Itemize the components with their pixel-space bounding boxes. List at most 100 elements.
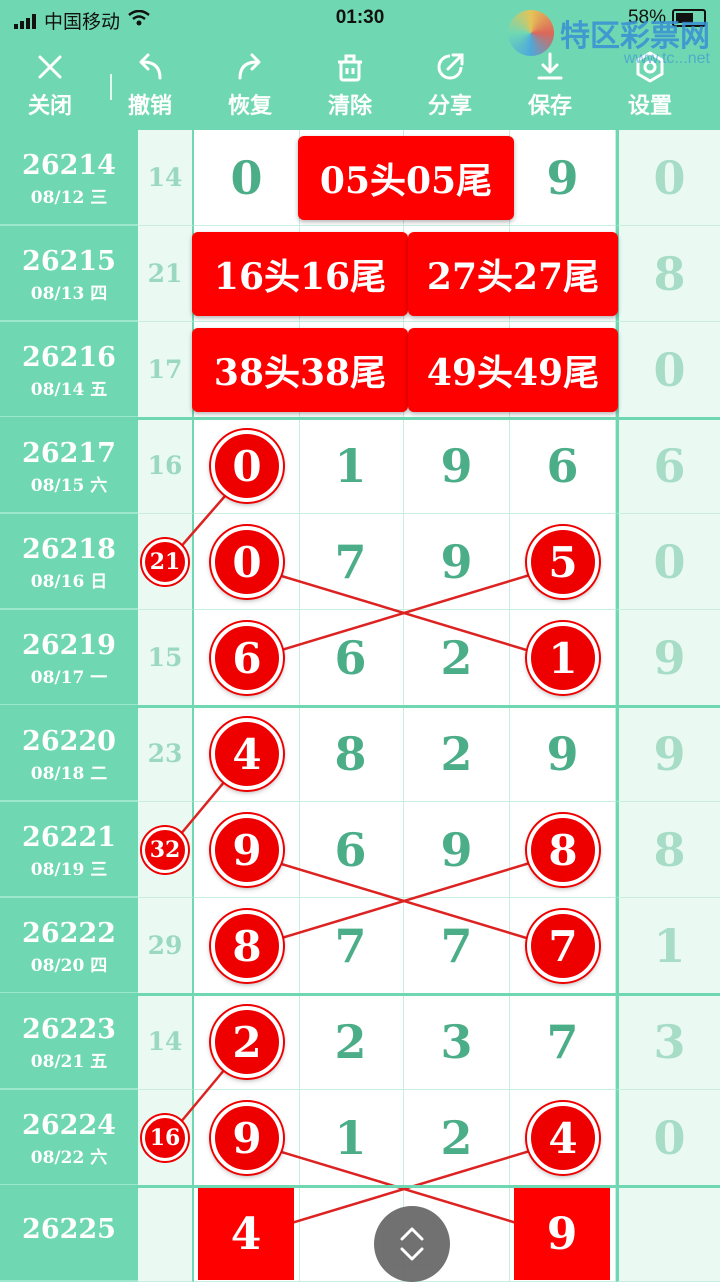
draw-ball[interactable]: 1 xyxy=(527,622,599,694)
digit-cell[interactable]: 7 xyxy=(404,898,510,994)
issue-cell: 26223 08/21 五 xyxy=(0,994,138,1090)
issue-date: 08/22 六 xyxy=(30,1148,108,1168)
issue-number: 26218 xyxy=(22,534,116,565)
table-row: 26222 08/20 四 29 7 7 1 xyxy=(0,898,720,994)
issue-cell: 26219 08/17 一 xyxy=(0,610,138,706)
table-row: 26224 08/22 六 12 0 xyxy=(0,1090,720,1186)
digit-cell[interactable]: 2 xyxy=(404,1090,510,1186)
head-tail-banner[interactable]: 05头05尾 xyxy=(298,136,514,220)
sum-cell xyxy=(138,1186,194,1282)
digit-cell[interactable]: 6 xyxy=(298,610,404,706)
site-logo: 特区彩票网 www.tc...net xyxy=(508,10,710,67)
digit-cell[interactable]: 9 xyxy=(510,706,616,802)
save-label: 保存 xyxy=(527,93,572,118)
tail-digit-cell: 0 xyxy=(616,1090,720,1186)
trash-icon xyxy=(338,54,362,82)
head-tail-banner[interactable]: 49头49尾 xyxy=(408,328,618,412)
draw-ball[interactable]: 8 xyxy=(211,910,283,982)
issue-number: 26220 xyxy=(22,726,116,757)
share-label: 分享 xyxy=(427,93,472,118)
digit-cell[interactable]: 2 xyxy=(404,706,510,802)
tail-digit-cell: 8 xyxy=(616,226,720,322)
tail-digit-cell: 9 xyxy=(616,610,720,706)
toolbar-divider xyxy=(110,74,112,100)
issue-date: 08/18 二 xyxy=(30,764,108,784)
digit-cell[interactable]: 6 xyxy=(510,418,616,514)
tail-digit-cell: 1 xyxy=(616,898,720,994)
digit-cell[interactable]: 9 xyxy=(404,418,510,514)
issue-date: 08/13 四 xyxy=(30,284,108,304)
digit-cell[interactable]: 3 xyxy=(404,994,510,1090)
share-button[interactable]: 分享 xyxy=(400,36,500,130)
share-icon xyxy=(437,53,464,80)
draw-ball[interactable]: 4 xyxy=(527,1102,599,1174)
draw-ball[interactable]: 7 xyxy=(527,910,599,982)
draw-ball[interactable]: 4 xyxy=(211,718,283,790)
draw-ball[interactable]: 9 xyxy=(211,814,283,886)
digit-cell[interactable]: 9 xyxy=(404,514,510,610)
trend-grid: 26214 08/12 三 14 0 9 0 26215 08/13 四 21 8 26216 08/… xyxy=(0,130,720,1282)
clear-label: 清除 xyxy=(327,93,372,118)
undo-button[interactable]: 撤销 xyxy=(100,36,200,130)
issue-number: 26225 xyxy=(22,1214,116,1245)
digit-cell[interactable]: 8 xyxy=(298,706,404,802)
tail-digit-cell: 0 xyxy=(616,514,720,610)
draw-ball[interactable]: 5 xyxy=(527,526,599,598)
close-label: 关闭 xyxy=(27,93,72,118)
issue-cell: 26224 08/22 六 xyxy=(0,1090,138,1186)
draw-ball[interactable]: 2 xyxy=(211,1006,283,1078)
draw-ball[interactable]: 6 xyxy=(211,622,283,694)
tail-digit-cell: 9 xyxy=(616,706,720,802)
issue-date: 08/14 五 xyxy=(30,380,108,400)
issue-number: 26216 xyxy=(22,342,116,373)
table-row: 26220 08/18 二 23 8 2 9 9 xyxy=(0,706,720,802)
digit-cell[interactable]: 6 xyxy=(298,802,404,898)
digit-cell[interactable]: 7 xyxy=(298,898,404,994)
prediction-box[interactable]: 9 xyxy=(514,1188,610,1280)
digit-cell[interactable]: 1 xyxy=(298,1090,404,1186)
issue-cell: 26215 08/13 四 xyxy=(0,226,138,322)
issue-cell: 26225 xyxy=(0,1186,138,1282)
settings-label: 设置 xyxy=(627,93,672,118)
undo-icon xyxy=(139,53,162,80)
undo-label: 撤销 xyxy=(127,93,172,118)
digit-cell[interactable]: 7 xyxy=(298,514,404,610)
head-tail-banner[interactable]: 16头16尾 xyxy=(192,232,408,316)
group-separator xyxy=(0,1185,720,1188)
prediction-box[interactable]: 4 xyxy=(198,1188,294,1280)
sum-ball: 32 xyxy=(142,827,188,873)
draw-ball[interactable]: 9 xyxy=(211,1102,283,1174)
issue-cell: 26220 08/18 二 xyxy=(0,706,138,802)
digit-cell[interactable]: 1 xyxy=(298,418,404,514)
redo-icon xyxy=(238,53,261,80)
digit-cell[interactable]: 7 xyxy=(510,994,616,1090)
table-row: 26221 08/19 三698 xyxy=(0,802,720,898)
group-separator xyxy=(0,705,720,708)
issue-cell: 26222 08/20 四 xyxy=(0,898,138,994)
digit-cell[interactable]: 2 xyxy=(404,610,510,706)
sum-ball: 16 xyxy=(142,1115,188,1161)
scroll-toggle-button[interactable] xyxy=(374,1206,450,1282)
digit-cell[interactable]: 2 xyxy=(298,994,404,1090)
tail-digit-cell: 6 xyxy=(616,418,720,514)
sum-cell: 15 xyxy=(138,610,194,706)
tail-digit-cell xyxy=(616,1186,720,1282)
draw-ball[interactable]: 0 xyxy=(211,430,283,502)
draw-ball[interactable]: 0 xyxy=(211,526,283,598)
issue-date: 08/21 五 xyxy=(30,1052,108,1072)
digit-cell[interactable]: 9 xyxy=(510,130,616,226)
tail-digit-cell: 8 xyxy=(616,802,720,898)
redo-button[interactable]: 恢复 xyxy=(200,36,300,130)
digit-cell[interactable]: 0 xyxy=(194,130,300,226)
sum-cell: 14 xyxy=(138,994,194,1090)
clear-button[interactable]: 清除 xyxy=(300,36,400,130)
head-tail-banner[interactable]: 27头27尾 xyxy=(408,232,618,316)
close-button[interactable]: 关闭 xyxy=(0,36,100,130)
head-tail-banner[interactable]: 38头38尾 xyxy=(192,328,408,412)
sum-cell: 17 xyxy=(138,322,194,418)
issue-date: 08/19 三 xyxy=(30,860,108,880)
table-row: 26223 08/21 五 14 2 3 7 3 xyxy=(0,994,720,1090)
issue-cell: 26218 08/16 日 xyxy=(0,514,138,610)
draw-ball[interactable]: 8 xyxy=(527,814,599,886)
digit-cell[interactable]: 9 xyxy=(404,802,510,898)
